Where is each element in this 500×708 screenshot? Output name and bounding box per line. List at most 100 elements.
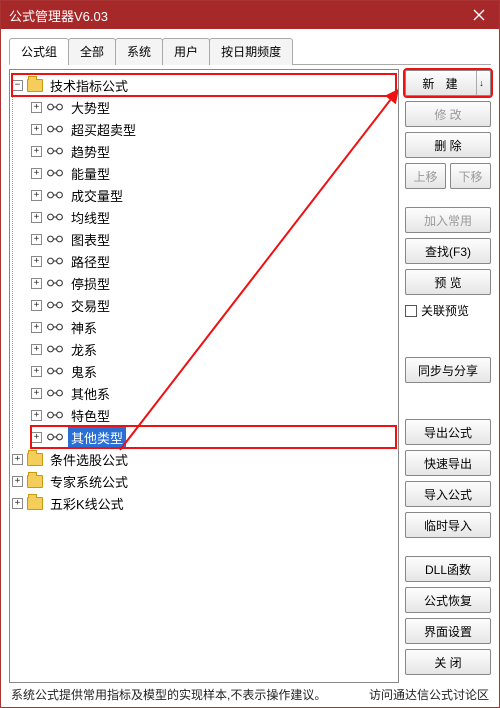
- glasses-icon: [46, 388, 64, 398]
- glasses-icon: [46, 168, 64, 178]
- expand-icon[interactable]: +: [31, 366, 42, 377]
- status-link-right[interactable]: 访问通达信公式讨论区: [369, 686, 489, 703]
- tree-sibling-label: 专家系统公式: [47, 471, 131, 492]
- glasses-icon: [46, 124, 64, 134]
- ui-settings-button[interactable]: 界面设置: [405, 618, 491, 644]
- glasses-icon: [46, 146, 64, 156]
- expand-icon[interactable]: +: [31, 278, 42, 289]
- expand-icon[interactable]: +: [31, 146, 42, 157]
- main-area: − 技术指标公式 +大势型+超买超卖型+趋势型+能量型+成交量型+均线型+图表型…: [9, 69, 491, 683]
- expand-icon[interactable]: +: [12, 476, 23, 487]
- expand-icon[interactable]: +: [31, 212, 42, 223]
- expand-icon[interactable]: +: [31, 432, 42, 443]
- status-text-left: 系统公式提供常用指标及模型的实现样本,不表示操作建议。: [11, 686, 326, 703]
- expand-icon[interactable]: +: [31, 344, 42, 355]
- tree-node[interactable]: + 能量型: [31, 162, 396, 184]
- preview-button[interactable]: 预 览: [405, 269, 491, 295]
- sync-share-button[interactable]: 同步与分享: [405, 357, 491, 383]
- button-sidebar: 新 建 ↓ 修 改 删 除 上移 下移 加入常用 查找(F3) 预 览 关联预览: [405, 69, 491, 683]
- tree-node[interactable]: + 神系: [31, 316, 396, 338]
- close-button[interactable]: 关 闭: [405, 649, 491, 675]
- glasses-icon: [46, 432, 64, 442]
- expand-icon[interactable]: +: [31, 168, 42, 179]
- expand-icon[interactable]: +: [12, 454, 23, 465]
- tree-node[interactable]: + 鬼系: [31, 360, 396, 382]
- export-button[interactable]: 导出公式: [405, 419, 491, 445]
- folder-icon: [27, 453, 43, 466]
- glasses-icon: [46, 366, 64, 376]
- move-down-button[interactable]: 下移: [450, 163, 491, 189]
- tree-node[interactable]: +均线型: [31, 206, 396, 228]
- tree-node[interactable]: +龙系: [31, 338, 396, 360]
- tree-node[interactable]: + 大势型: [31, 96, 396, 118]
- expand-icon[interactable]: +: [31, 102, 42, 113]
- collapse-icon[interactable]: −: [12, 80, 23, 91]
- expand-icon[interactable]: +: [31, 388, 42, 399]
- tab-user[interactable]: 用户: [162, 38, 210, 65]
- tree-node-label: 超买超卖型: [68, 119, 139, 140]
- expand-icon[interactable]: +: [31, 124, 42, 135]
- tree-node-label: 大势型: [68, 97, 113, 118]
- import-button[interactable]: 导入公式: [405, 481, 491, 507]
- tree-root-label: 技术指标公式: [47, 75, 131, 96]
- modify-button[interactable]: 修 改: [405, 101, 491, 127]
- expand-icon[interactable]: +: [31, 256, 42, 267]
- glasses-icon: [46, 278, 64, 288]
- folder-icon: [27, 475, 43, 488]
- tab-bar: 公式组 全部 系统 用户 按日期频度: [9, 37, 491, 65]
- tree-node-label: 神系: [68, 317, 100, 338]
- glasses-icon: [46, 410, 64, 420]
- glasses-icon: [46, 256, 64, 266]
- folder-icon: [27, 497, 43, 510]
- glasses-icon: [46, 322, 64, 332]
- tree-node[interactable]: + 超买超卖型: [31, 118, 396, 140]
- tree-node[interactable]: +其他系: [31, 382, 396, 404]
- tree-node[interactable]: + 路径型: [31, 250, 396, 272]
- link-preview-checkbox[interactable]: 关联预览: [405, 300, 491, 321]
- new-button[interactable]: 新 建 ↓: [405, 70, 491, 96]
- tab-system[interactable]: 系统: [115, 38, 163, 65]
- expand-icon[interactable]: +: [31, 300, 42, 311]
- link-preview-label: 关联预览: [421, 302, 469, 319]
- move-up-button[interactable]: 上移: [405, 163, 446, 189]
- quick-export-button[interactable]: 快速导出: [405, 450, 491, 476]
- tree-sibling[interactable]: + 五彩K线公式: [12, 492, 396, 514]
- temp-import-button[interactable]: 临时导入: [405, 512, 491, 538]
- dropdown-arrow-icon[interactable]: ↓: [476, 71, 486, 95]
- tree-node-label: 交易型: [68, 295, 113, 316]
- expand-icon[interactable]: +: [31, 234, 42, 245]
- tree-node-label: 能量型: [68, 163, 113, 184]
- close-icon[interactable]: [459, 1, 499, 29]
- glasses-icon: [46, 212, 64, 222]
- tree-root-technical[interactable]: − 技术指标公式: [12, 74, 396, 96]
- expand-icon[interactable]: +: [31, 322, 42, 333]
- tab-formula-group[interactable]: 公式组: [9, 38, 69, 65]
- tab-date-freq[interactable]: 按日期频度: [209, 38, 293, 65]
- delete-button[interactable]: 删 除: [405, 132, 491, 158]
- tree-node[interactable]: +图表型: [31, 228, 396, 250]
- tree-sibling[interactable]: + 专家系统公式: [12, 470, 396, 492]
- find-button[interactable]: 查找(F3): [405, 238, 491, 264]
- expand-icon[interactable]: +: [31, 190, 42, 201]
- titlebar: 公式管理器V6.03: [1, 1, 499, 29]
- add-favorite-button[interactable]: 加入常用: [405, 207, 491, 233]
- tree-node[interactable]: +趋势型: [31, 140, 396, 162]
- tree-node[interactable]: + 成交量型: [31, 184, 396, 206]
- tab-all[interactable]: 全部: [68, 38, 116, 65]
- tree-node[interactable]: + 交易型: [31, 294, 396, 316]
- restore-button[interactable]: 公式恢复: [405, 587, 491, 613]
- tree-node-label: 路径型: [68, 251, 113, 272]
- tree-node[interactable]: +停损型: [31, 272, 396, 294]
- status-bar: 系统公式提供常用指标及模型的实现样本,不表示操作建议。 访问通达信公式讨论区: [9, 683, 491, 705]
- expand-icon[interactable]: +: [31, 410, 42, 421]
- checkbox-icon: [405, 305, 417, 317]
- tree-node[interactable]: +其他类型: [31, 426, 396, 448]
- dll-button[interactable]: DLL函数: [405, 556, 491, 582]
- tree-sibling[interactable]: +条件选股公式: [12, 448, 396, 470]
- tree-node-label: 鬼系: [68, 361, 100, 382]
- tree-node[interactable]: +特色型: [31, 404, 396, 426]
- formula-tree[interactable]: − 技术指标公式 +大势型+超买超卖型+趋势型+能量型+成交量型+均线型+图表型…: [9, 69, 399, 683]
- tree-node-label: 成交量型: [68, 185, 126, 206]
- expand-icon[interactable]: +: [12, 498, 23, 509]
- tree-sibling-label: 五彩K线公式: [47, 493, 127, 514]
